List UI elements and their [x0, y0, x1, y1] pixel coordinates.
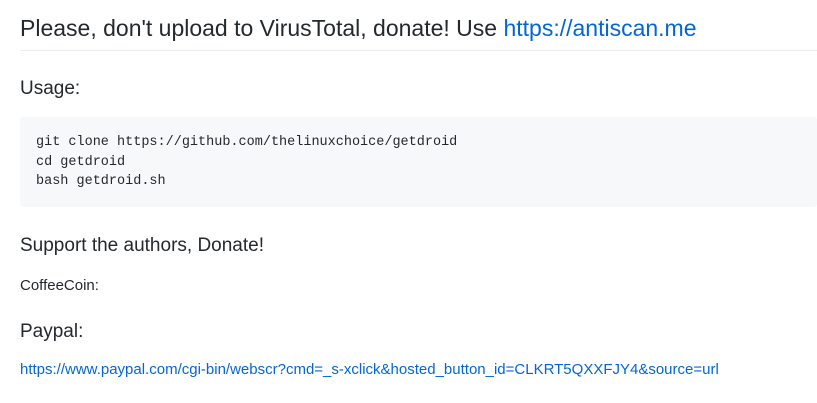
usage-heading: Usage: [20, 78, 81, 99]
paypal-donate-link[interactable]: https://www.paypal.com/cgi-bin/webscr?cm… [20, 361, 719, 378]
code-line-run: bash getdroid.sh [36, 174, 166, 189]
heading-text: Please, don't upload to VirusTotal, dona… [20, 15, 504, 41]
usage-code-block: git clone https://github.com/thelinuxcho… [20, 117, 817, 207]
code-line-clone: git clone https://github.com/thelinuxcho… [36, 135, 458, 150]
coffeecoin-label: CoffeeCoin: [20, 277, 99, 294]
paypal-link-row: https://www.paypal.com/cgi-bin/webscr?cm… [20, 360, 817, 380]
page-heading: Please, don't upload to VirusTotal, dona… [20, 14, 817, 51]
paypal-heading: Paypal: [20, 321, 84, 342]
code-line-cd: cd getdroid [36, 154, 126, 170]
antiscan-link[interactable]: https://antiscan.me [503, 15, 696, 41]
support-heading: Support the authors, Donate! [20, 235, 264, 256]
readme-content: Please, don't upload to VirusTotal, dona… [20, 0, 817, 380]
